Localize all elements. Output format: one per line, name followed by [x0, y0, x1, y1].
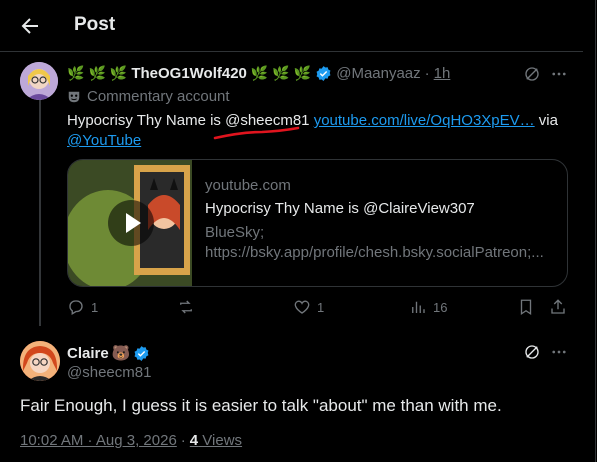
post-metadata: 10:02 AM · Aug 3, 2026 · 4 Views	[20, 432, 242, 449]
card-description: BlueSky; https://bsky.app/profile/chesh.…	[205, 223, 555, 263]
leaf-emoji: 🌿	[88, 65, 106, 81]
main-post: Claire 🐻 @sheecm81 Fair Enough, I guess …	[0, 326, 583, 462]
link-preview-card[interactable]: youtube.com Hypocrisy Thy Name is @Clair…	[67, 159, 568, 287]
like-button[interactable]: 1	[293, 298, 324, 316]
thread-connector-line	[39, 98, 41, 326]
bear-emoji: 🐻	[111, 345, 131, 362]
more-options-icon[interactable]	[550, 343, 568, 361]
share-icon	[551, 299, 565, 314]
post-text-via: via	[534, 112, 558, 129]
play-button[interactable]	[108, 200, 154, 246]
reply-count: 1	[91, 299, 99, 315]
views-count: 16	[433, 299, 448, 315]
commentary-account-label: Commentary account	[67, 88, 230, 105]
post-text: Fair Enough, I guess it is easier to tal…	[20, 396, 502, 415]
commentary-text: Commentary account	[87, 88, 230, 105]
repost-icon	[180, 300, 192, 314]
theater-mask-icon	[68, 91, 80, 102]
author-handle[interactable]: @sheecm81	[67, 364, 151, 381]
bookmark-icon	[520, 299, 532, 316]
more-options-icon[interactable]	[550, 65, 568, 83]
card-title: Hypocrisy Thy Name is @ClaireView307	[205, 200, 475, 217]
post-timestamp[interactable]: 10:02 AM · Aug 3, 2026	[20, 432, 177, 449]
author-name[interactable]: Claire	[67, 345, 109, 362]
views-label: Views	[198, 432, 243, 449]
heart-icon	[294, 300, 310, 314]
post-page: Post 🌿 🌿 🌿 TheOG1Wolf420 🌿 🌿 🌿 @Maanyaaz…	[0, 0, 596, 462]
grok-icon[interactable]	[523, 65, 541, 83]
card-desc-line: https://bsky.app/profile/chesh.bsky.soci…	[205, 244, 544, 261]
back-arrow-icon[interactable]	[18, 14, 42, 38]
leaf-emoji: 🌿	[109, 65, 128, 81]
verified-badge-icon[interactable]	[133, 345, 150, 362]
leaf-emoji: 🌿	[272, 65, 290, 81]
share-button[interactable]	[549, 298, 567, 316]
leaf-emoji: 🌿	[67, 65, 85, 81]
video-thumbnail[interactable]	[68, 160, 192, 286]
leaf-emoji: 🌿	[250, 65, 269, 81]
author-handle[interactable]: @Maanyaaz	[336, 65, 420, 82]
scrollbar[interactable]	[583, 0, 595, 462]
author-row: 🌿 🌿 🌿 TheOG1Wolf420 🌿 🌿 🌿 @Maanyaaz · 1h	[67, 65, 450, 82]
card-domain: youtube.com	[205, 177, 291, 194]
grok-icon[interactable]	[523, 343, 541, 361]
post-time[interactable]: 1h	[434, 65, 451, 82]
views-link[interactable]: 4 Views	[190, 432, 242, 449]
avatar-image	[20, 62, 58, 100]
header-bar: Post	[0, 0, 583, 52]
leaf-emoji: 🌿	[293, 65, 312, 81]
red-annotation-underline	[213, 126, 300, 140]
reply-icon	[69, 300, 83, 315]
youtube-mention-link[interactable]: @YouTube	[67, 132, 141, 149]
views-count: 4	[189, 432, 199, 449]
author-name[interactable]: TheOG1Wolf420	[131, 65, 247, 82]
bookmark-button[interactable]	[517, 298, 535, 316]
separator-dot: ·	[424, 65, 430, 82]
analytics-icon	[412, 301, 425, 313]
parent-post[interactable]: 🌿 🌿 🌿 TheOG1Wolf420 🌿 🌿 🌿 @Maanyaaz · 1h	[0, 52, 583, 326]
separator-dot: ·	[180, 432, 186, 449]
author-row: Claire 🐻	[67, 344, 150, 362]
card-desc-line: BlueSky;	[205, 224, 265, 241]
repost-button[interactable]	[177, 298, 201, 316]
youtube-link[interactable]: youtube.com/live/OqHO3XpEV…	[314, 112, 535, 129]
verified-badge-icon[interactable]	[315, 65, 332, 82]
post-text: Hypocrisy Thy Name is @sheecm81 youtube.…	[67, 111, 567, 151]
views-button[interactable]: 16	[409, 298, 447, 316]
like-count: 1	[317, 299, 325, 315]
play-icon	[126, 213, 141, 233]
avatar[interactable]	[20, 341, 60, 381]
avatar[interactable]	[20, 62, 58, 100]
avatar-image	[20, 341, 60, 381]
page-title: Post	[74, 14, 116, 35]
reply-button[interactable]: 1	[67, 298, 98, 316]
action-bar: 1 1 16	[67, 298, 567, 318]
